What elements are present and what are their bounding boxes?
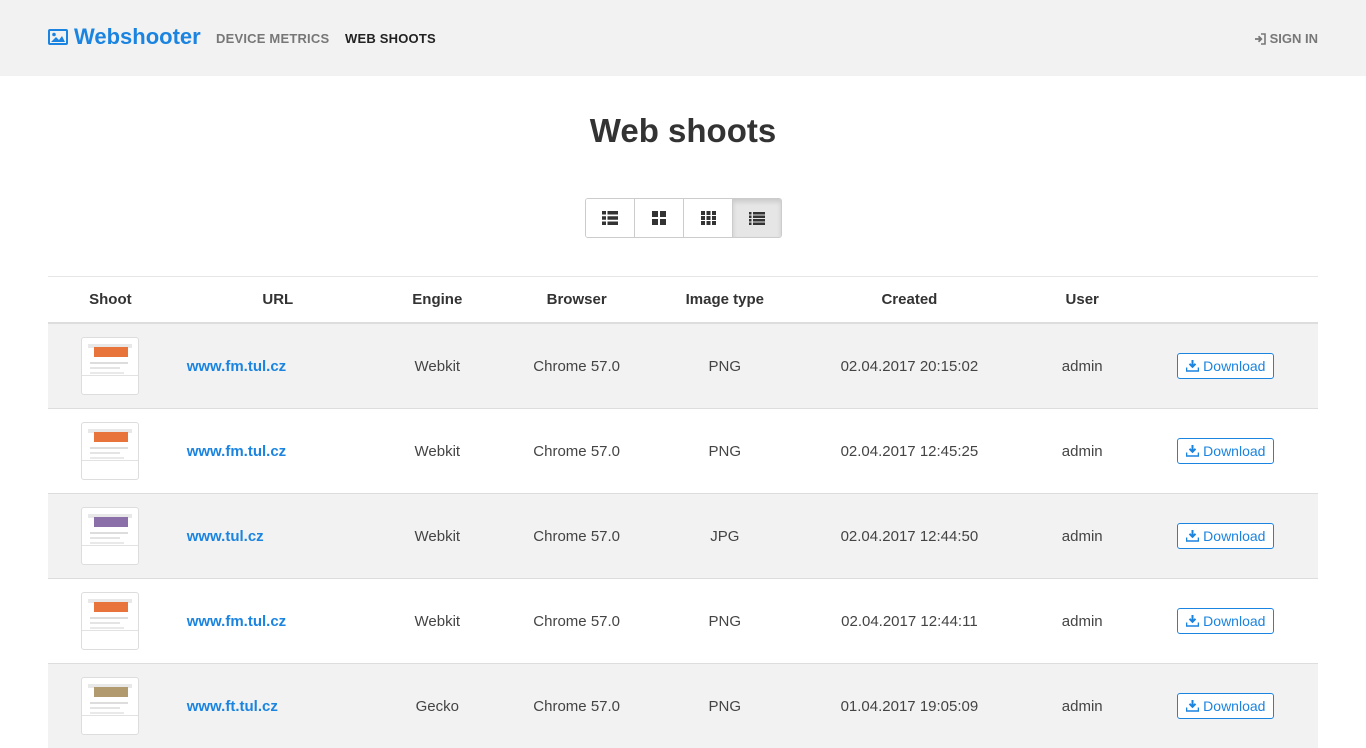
header-shoot[interactable]: Shoot (48, 277, 173, 324)
header-engine[interactable]: Engine (382, 277, 492, 324)
download-button[interactable]: Download (1177, 693, 1275, 719)
download-button[interactable]: Download (1177, 608, 1275, 634)
created-cell: 01.04.2017 19:05:09 (788, 663, 1031, 748)
view-list-button[interactable] (733, 199, 781, 237)
user-cell: admin (1030, 578, 1134, 664)
view-list-thumbnails-button[interactable] (586, 199, 635, 237)
grid-large-icon (652, 211, 666, 225)
browser-cell: Chrome 57.0 (491, 408, 662, 494)
shoot-thumbnail[interactable] (81, 677, 140, 735)
download-button[interactable]: Download (1177, 353, 1275, 379)
download-label: Download (1203, 358, 1266, 374)
engine-cell: Gecko (382, 663, 492, 748)
browser-cell: Chrome 57.0 (491, 578, 662, 664)
image-type-cell: PNG (661, 408, 789, 494)
created-cell: 02.04.2017 12:45:25 (788, 408, 1031, 494)
view-grid-large-button[interactable] (635, 199, 684, 237)
table-row: www.fm.tul.cz Webkit Chrome 57.0 PNG 02.… (48, 408, 1318, 494)
table-header-row: Shoot URL Engine Browser Image type Crea… (48, 277, 1318, 324)
created-cell: 02.04.2017 20:15:02 (788, 322, 1031, 409)
brand-link[interactable]: Webshooter (48, 24, 201, 50)
download-icon (1186, 445, 1200, 457)
header-actions (1133, 277, 1318, 324)
shoot-url-link[interactable]: www.fm.tul.cz (187, 358, 286, 375)
engine-cell: Webkit (382, 408, 492, 494)
image-type-cell: PNG (661, 322, 789, 409)
engine-cell: Webkit (382, 578, 492, 664)
browser-cell: Chrome 57.0 (491, 322, 662, 409)
nav-device-metrics[interactable]: DEVICE METRICS (216, 31, 329, 46)
browser-cell: Chrome 57.0 (491, 663, 662, 748)
shoots-table-container: Shoot URL Engine Browser Image type Crea… (48, 276, 1318, 748)
brand-name: Webshooter (74, 24, 201, 49)
download-label: Download (1203, 698, 1266, 714)
shoots-table: Shoot URL Engine Browser Image type Crea… (48, 277, 1318, 748)
image-icon (48, 29, 68, 45)
navbar: Webshooter DEVICE METRICS WEB SHOOTS SIG… (0, 0, 1366, 76)
download-label: Download (1203, 613, 1266, 629)
header-url[interactable]: URL (172, 277, 383, 324)
table-row: www.fm.tul.cz Webkit Chrome 57.0 PNG 02.… (48, 322, 1318, 409)
image-type-cell: PNG (661, 663, 789, 748)
nav-web-shoots[interactable]: WEB SHOOTS (345, 31, 436, 46)
shoot-url-link[interactable]: www.ft.tul.cz (187, 698, 278, 715)
table-row: www.fm.tul.cz Webkit Chrome 57.0 PNG 02.… (48, 578, 1318, 664)
download-icon (1186, 530, 1200, 542)
header-image-type[interactable]: Image type (661, 277, 789, 324)
download-button[interactable]: Download (1177, 438, 1275, 464)
user-cell: admin (1030, 322, 1134, 409)
browser-cell: Chrome 57.0 (491, 493, 662, 579)
view-grid-small-button[interactable] (684, 199, 733, 237)
header-browser[interactable]: Browser (491, 277, 662, 324)
shoot-url-link[interactable]: www.tul.cz (187, 528, 264, 545)
list-icon (749, 211, 765, 225)
page-title: Web shoots (589, 112, 777, 149)
shoot-thumbnail[interactable] (81, 422, 140, 480)
user-cell: admin (1030, 493, 1134, 579)
shoot-thumbnail[interactable] (81, 507, 140, 565)
download-label: Download (1203, 528, 1266, 544)
header-created[interactable]: Created (788, 277, 1031, 324)
created-cell: 02.04.2017 12:44:11 (788, 578, 1031, 664)
sign-in-link[interactable]: SIGN IN (1254, 31, 1318, 46)
sign-in-icon (1254, 32, 1266, 45)
sign-in-label: SIGN IN (1269, 31, 1318, 46)
user-cell: admin (1030, 408, 1134, 494)
image-type-cell: JPG (661, 493, 789, 579)
download-label: Download (1203, 443, 1266, 459)
engine-cell: Webkit (382, 322, 492, 409)
download-icon (1186, 360, 1200, 372)
download-icon (1186, 700, 1200, 712)
download-icon (1186, 615, 1200, 627)
grid-small-icon (700, 211, 716, 225)
shoot-url-link[interactable]: www.fm.tul.cz (187, 443, 286, 460)
view-mode-switcher (585, 198, 782, 238)
download-button[interactable]: Download (1177, 523, 1275, 549)
shoot-thumbnail[interactable] (81, 337, 140, 395)
user-cell: admin (1030, 663, 1134, 748)
list-thumbnails-icon (602, 211, 618, 225)
image-type-cell: PNG (661, 578, 789, 664)
engine-cell: Webkit (382, 493, 492, 579)
table-row: www.tul.cz Webkit Chrome 57.0 JPG 02.04.… (48, 493, 1318, 579)
created-cell: 02.04.2017 12:44:50 (788, 493, 1031, 579)
shoot-url-link[interactable]: www.fm.tul.cz (187, 613, 286, 630)
header-user[interactable]: User (1030, 277, 1134, 324)
table-row: www.ft.tul.cz Gecko Chrome 57.0 PNG 01.0… (48, 663, 1318, 748)
shoot-thumbnail[interactable] (81, 592, 140, 650)
